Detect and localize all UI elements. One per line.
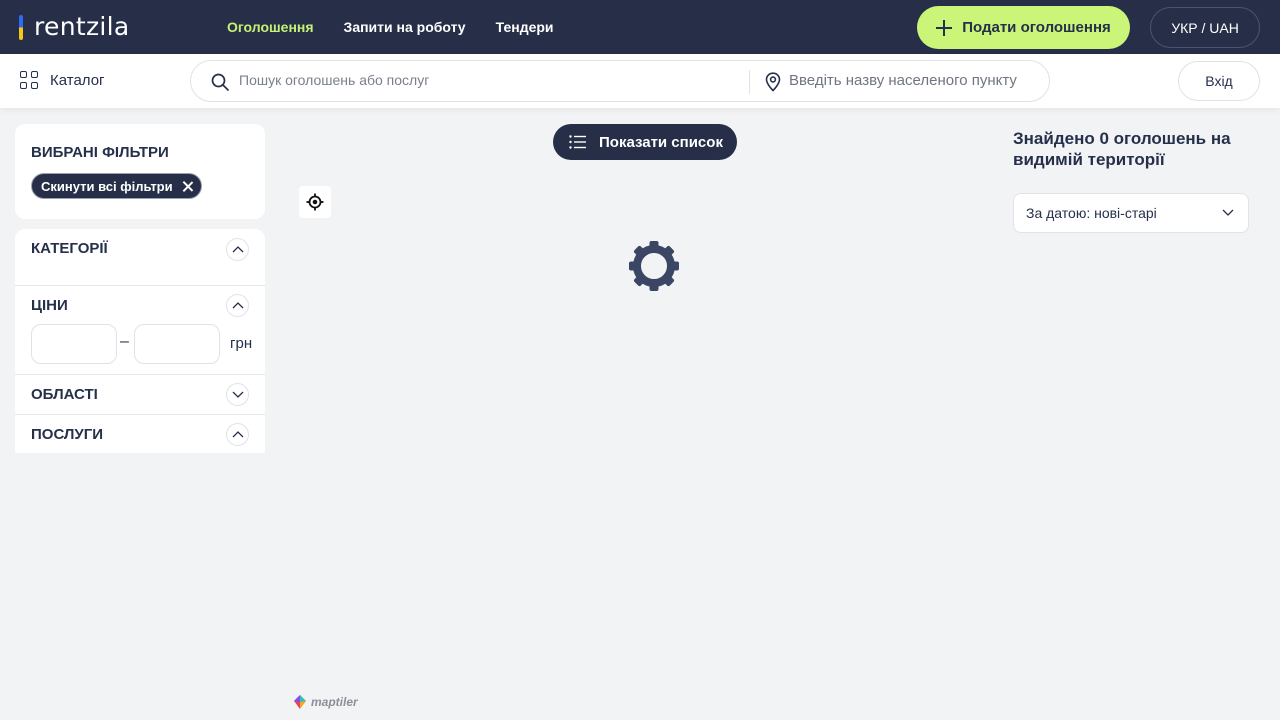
search-divider: [749, 70, 750, 94]
location-input[interactable]: Введіть назву населеного пункту: [789, 72, 1039, 89]
maptiler-logo-icon: [294, 695, 306, 709]
sort-dropdown[interactable]: За датою: нові-старі: [1013, 193, 1249, 233]
maptiler-text: maptiler: [311, 695, 358, 709]
chevron-down-icon: [1222, 209, 1234, 216]
filter-section-regions[interactable]: ОБЛАСТІ: [15, 375, 265, 415]
search-icon: [211, 73, 229, 91]
crosshair-icon: [306, 193, 324, 211]
results-count-text: Знайдено 0 оголошень на видимій територі…: [1013, 129, 1231, 169]
nav-item-listings[interactable]: Оголошення: [227, 19, 314, 35]
plus-icon: [936, 19, 953, 36]
prices-title: ЦІНИ: [31, 297, 68, 314]
post-listing-label: Подати оголошення: [962, 19, 1111, 36]
currency-label: грн: [230, 335, 253, 352]
logo-text: rentzila: [34, 12, 130, 41]
reset-filters-chip[interactable]: Скинути всі фільтри: [31, 173, 202, 199]
filters-panel: КАТЕГОРІЇ ЦІНИ – грн ОБЛАСТІ ПОСЛУГИ: [15, 229, 265, 453]
reset-filters-label: Скинути всі фільтри: [41, 178, 173, 194]
sort-value: За датою: нові-старі: [1026, 205, 1157, 221]
catalog-button[interactable]: Каталог: [20, 71, 105, 89]
search-bar-row: Каталог Пошук оголошень або послуг Введі…: [0, 54, 1280, 108]
maptiler-attribution[interactable]: maptiler: [292, 694, 358, 710]
nav-item-work-requests[interactable]: Запити на роботу: [344, 19, 466, 35]
close-icon[interactable]: [182, 181, 193, 192]
show-list-label: Показати список: [599, 133, 723, 151]
chevron-up-icon[interactable]: [226, 238, 249, 261]
login-button[interactable]: Вхід: [1178, 61, 1260, 101]
top-header: rentzila Оголошення Запити на роботу Тен…: [0, 0, 1280, 54]
catalog-label: Каталог: [50, 71, 105, 89]
geolocate-button[interactable]: [299, 186, 331, 218]
search-box: Пошук оголошень або послуг Введіть назву…: [190, 60, 1050, 102]
rentzila-logo[interactable]: rentzila: [19, 14, 130, 40]
filter-section-services[interactable]: ПОСЛУГИ: [15, 415, 265, 453]
search-input[interactable]: Пошук оголошень або послуг: [239, 72, 739, 88]
services-title: ПОСЛУГИ: [31, 426, 104, 443]
location-pin-icon: [765, 72, 781, 92]
price-dash: –: [120, 333, 129, 350]
chevron-down-icon[interactable]: [226, 383, 249, 406]
grid-icon: [20, 71, 38, 89]
main-nav: Оголошення Запити на роботу Тендери: [227, 19, 554, 35]
price-max-input[interactable]: [134, 324, 220, 364]
list-icon: [569, 135, 586, 149]
post-listing-button[interactable]: Подати оголошення: [917, 6, 1130, 49]
language-currency-button[interactable]: УКР / UAH: [1150, 7, 1260, 48]
nav-item-tenders[interactable]: Тендери: [496, 19, 554, 35]
categories-title: КАТЕГОРІЇ: [31, 240, 108, 257]
price-min-input[interactable]: [31, 324, 117, 364]
chevron-up-icon[interactable]: [226, 294, 249, 317]
logo-flag-icon: [19, 14, 23, 40]
filter-section-categories[interactable]: КАТЕГОРІЇ: [15, 229, 265, 286]
selected-filters-title: ВИБРАНІ ФІЛЬТРИ: [31, 144, 169, 161]
regions-title: ОБЛАСТІ: [31, 386, 98, 403]
loading-gear-icon: [629, 241, 679, 291]
chevron-up-icon[interactable]: [226, 423, 249, 446]
selected-filters-panel: ВИБРАНІ ФІЛЬТРИ Скинути всі фільтри: [15, 124, 265, 219]
show-list-button[interactable]: Показати список: [553, 124, 737, 160]
